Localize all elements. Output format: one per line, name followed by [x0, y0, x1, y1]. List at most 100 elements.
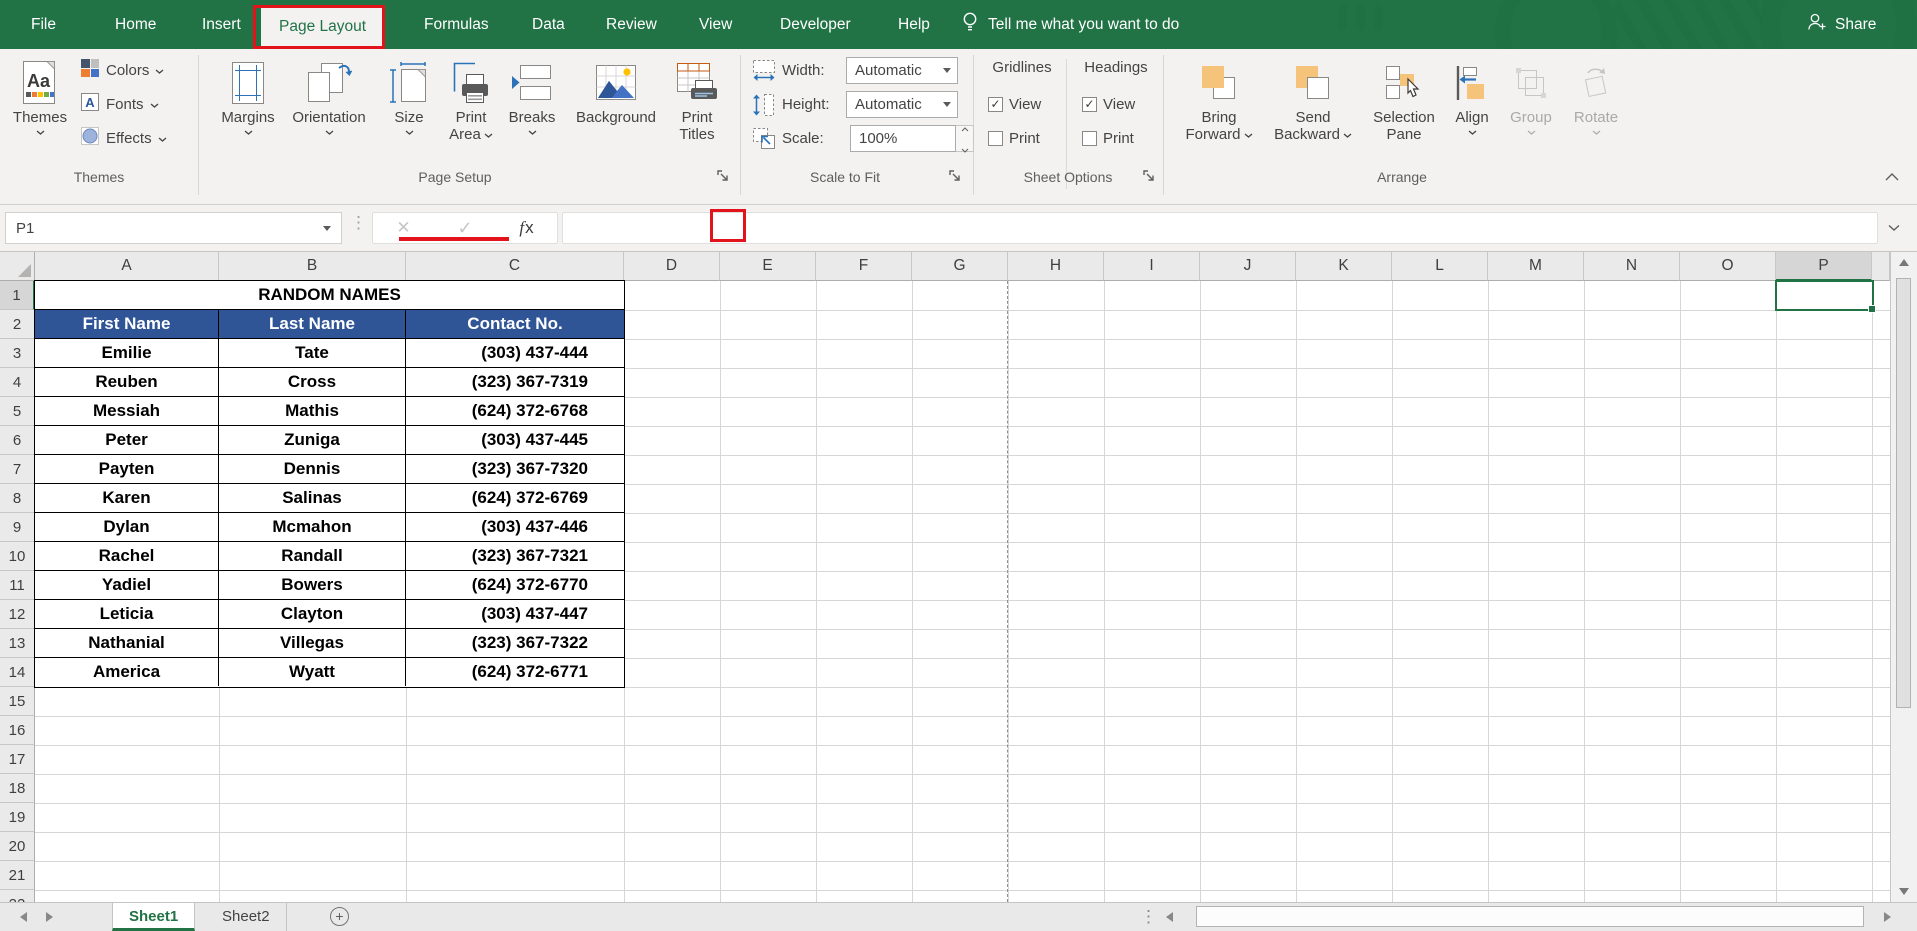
- tab-insert[interactable]: Insert: [196, 0, 247, 49]
- tab-home[interactable]: Home: [109, 0, 162, 49]
- tab-view[interactable]: View: [693, 0, 738, 49]
- table-cell[interactable]: Salinas: [219, 484, 406, 512]
- row-header-11[interactable]: 11: [0, 571, 35, 600]
- share-button[interactable]: Share: [1806, 0, 1876, 49]
- table-cell[interactable]: Karen: [35, 484, 219, 512]
- spin-up-icon[interactable]: [961, 119, 969, 137]
- table-header-last-name[interactable]: Last Name: [219, 310, 406, 338]
- enter-icon[interactable]: ✓: [457, 218, 472, 239]
- vertical-scrollbar[interactable]: [1890, 252, 1917, 902]
- table-cell[interactable]: (303) 437-446: [406, 513, 624, 541]
- table-cell[interactable]: (303) 437-445: [406, 426, 624, 454]
- headings-view-checkbox-row[interactable]: ✓View: [1082, 91, 1158, 117]
- breaks-button[interactable]: Breaks: [504, 51, 560, 169]
- table-cell[interactable]: (303) 437-447: [406, 600, 624, 628]
- table-cell[interactable]: Payten: [35, 455, 219, 483]
- table-cell[interactable]: Tate: [219, 339, 406, 367]
- vertical-scroll-thumb[interactable]: [1896, 278, 1911, 708]
- row-header-1[interactable]: 1: [0, 281, 35, 310]
- table-cell[interactable]: (624) 372-6769: [406, 484, 624, 512]
- table-cell[interactable]: (323) 367-7320: [406, 455, 624, 483]
- background-button[interactable]: Background: [564, 51, 668, 169]
- table-cell[interactable]: Mcmahon: [219, 513, 406, 541]
- row-header-2[interactable]: 2: [0, 310, 35, 339]
- row-header-12[interactable]: 12: [0, 600, 35, 629]
- table-cell[interactable]: Leticia: [35, 600, 219, 628]
- row-header-9[interactable]: 9: [0, 513, 35, 542]
- row-header-7[interactable]: 7: [0, 455, 35, 484]
- checkbox-checked-icon[interactable]: ✓: [1082, 97, 1097, 112]
- checkbox-unchecked-icon[interactable]: [1082, 131, 1097, 146]
- row-header-19[interactable]: 19: [0, 803, 35, 832]
- fonts-button[interactable]: AFonts: [80, 91, 190, 117]
- table-cell[interactable]: Cross: [219, 368, 406, 396]
- column-header-d[interactable]: D: [624, 252, 720, 281]
- table-cell[interactable]: Peter: [35, 426, 219, 454]
- bring-forward-button[interactable]: BringForward: [1176, 51, 1262, 169]
- row-header-10[interactable]: 10: [0, 542, 35, 571]
- table-cell[interactable]: (624) 372-6770: [406, 571, 624, 599]
- column-header-e[interactable]: E: [720, 252, 816, 281]
- new-sheet-button[interactable]: +: [330, 907, 349, 926]
- table-title[interactable]: RANDOM NAMES: [35, 281, 624, 309]
- print-area-button[interactable]: PrintArea: [442, 51, 500, 169]
- worksheet-area[interactable]: ABCDEFGHIJKLMNOP123456789101112131415161…: [0, 252, 1890, 902]
- name-box[interactable]: P1: [5, 212, 342, 244]
- colors-button[interactable]: Colors: [80, 57, 190, 83]
- themes-button[interactable]: AaThemes: [4, 51, 76, 169]
- table-header-first-name[interactable]: First Name: [35, 310, 219, 338]
- cancel-icon[interactable]: ✕: [396, 218, 410, 238]
- column-header-h[interactable]: H: [1008, 252, 1104, 281]
- table-cell[interactable]: Mathis: [219, 397, 406, 425]
- row-header-20[interactable]: 20: [0, 832, 35, 861]
- formula-input[interactable]: [562, 212, 1878, 244]
- scroll-up-icon[interactable]: [1899, 259, 1909, 266]
- column-header-l[interactable]: L: [1392, 252, 1488, 281]
- row-header-5[interactable]: 5: [0, 397, 35, 426]
- page-setup-dialog-launcher-icon[interactable]: [716, 169, 732, 185]
- table-cell[interactable]: Bowers: [219, 571, 406, 599]
- table-cell[interactable]: Yadiel: [35, 571, 219, 599]
- height-combobox[interactable]: Automatic: [846, 91, 958, 118]
- name-box-dropdown-icon[interactable]: [323, 226, 331, 231]
- column-header-k[interactable]: K: [1296, 252, 1392, 281]
- tab-formulas[interactable]: Formulas: [418, 0, 495, 49]
- table-cell[interactable]: (624) 372-6768: [406, 397, 624, 425]
- scale-spinner[interactable]: 100%: [850, 125, 956, 152]
- sheet-nav-prev-icon[interactable]: [20, 912, 27, 922]
- table-cell[interactable]: Wyatt: [219, 658, 406, 686]
- row-header-8[interactable]: 8: [0, 484, 35, 513]
- table-cell[interactable]: Villegas: [219, 629, 406, 657]
- table-cell[interactable]: (323) 367-7322: [406, 629, 624, 657]
- scale-to-fit-dialog-launcher-icon[interactable]: [948, 169, 964, 185]
- sheet-tab-sheet2[interactable]: Sheet2: [206, 903, 287, 931]
- hscroll-left-icon[interactable]: [1166, 912, 1173, 922]
- table-cell[interactable]: Nathanial: [35, 629, 219, 657]
- formula-bar-expand-icon[interactable]: [1888, 219, 1900, 237]
- selection-pane-button[interactable]: SelectionPane: [1364, 51, 1444, 169]
- column-header-partial[interactable]: [1872, 252, 1890, 281]
- scroll-down-icon[interactable]: [1899, 888, 1909, 895]
- column-header-p[interactable]: P: [1776, 252, 1872, 281]
- formula-bar-grip[interactable]: ⋮: [350, 213, 367, 233]
- table-cell[interactable]: (323) 367-7319: [406, 368, 624, 396]
- row-header-21[interactable]: 21: [0, 861, 35, 890]
- size-button[interactable]: Size: [380, 51, 438, 169]
- gridlines-view-checkbox-row[interactable]: ✓View: [988, 91, 1064, 117]
- hscroll-right-icon[interactable]: [1884, 912, 1891, 922]
- table-cell[interactable]: (323) 367-7321: [406, 542, 624, 570]
- row-header-18[interactable]: 18: [0, 774, 35, 803]
- column-header-o[interactable]: O: [1680, 252, 1776, 281]
- column-header-m[interactable]: M: [1488, 252, 1584, 281]
- column-header-i[interactable]: I: [1104, 252, 1200, 281]
- row-header-4[interactable]: 4: [0, 368, 35, 397]
- table-cell[interactable]: Emilie: [35, 339, 219, 367]
- row-header-22[interactable]: 22: [0, 890, 35, 902]
- row-header-3[interactable]: 3: [0, 339, 35, 368]
- sheet-nav-next-icon[interactable]: [46, 912, 53, 922]
- tell-me-box[interactable]: Tell me what you want to do: [962, 0, 1179, 49]
- table-cell[interactable]: America: [35, 658, 219, 686]
- table-cell[interactable]: Dennis: [219, 455, 406, 483]
- tabbar-grip[interactable]: ⋮: [1140, 907, 1157, 927]
- column-header-g[interactable]: G: [912, 252, 1008, 281]
